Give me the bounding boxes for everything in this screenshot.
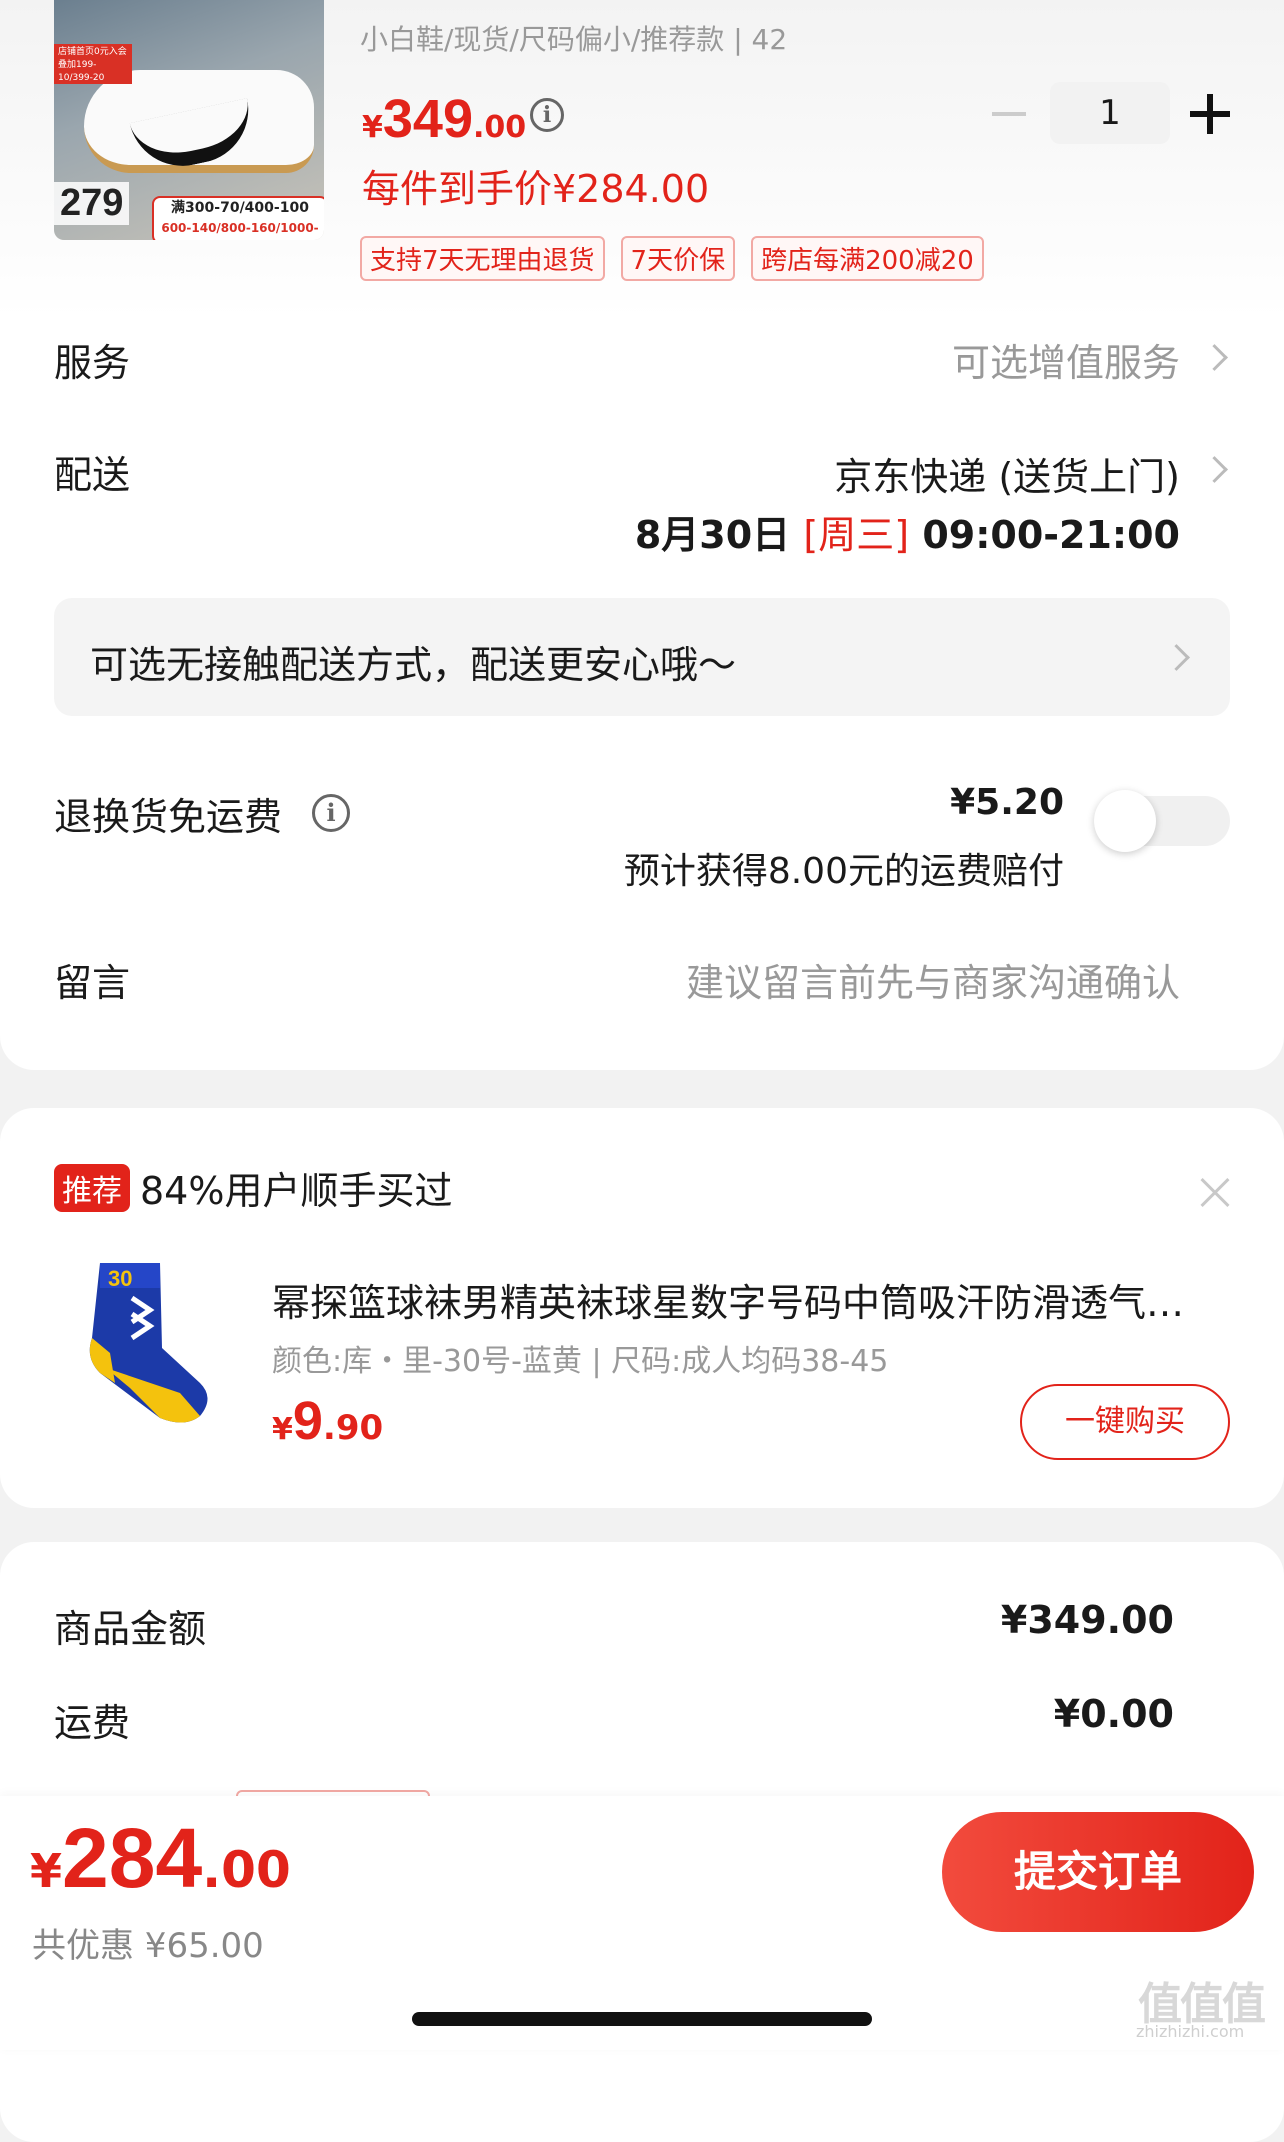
return-shipping-info-icon[interactable]: i [312,794,350,832]
return-shipping-toggle[interactable] [1094,790,1230,852]
unit-price: 每件到手价¥284.00 [362,167,710,211]
recommend-item-spec: 颜色:库・里-30号-蓝黄 | 尺码:成人均码38-45 [272,1344,889,1379]
recommend-item-price: ¥ 9 .90 [272,1390,383,1452]
quantity-input[interactable]: 1 [1050,82,1170,144]
svg-text:30: 30 [108,1266,132,1291]
checkout-bar: ¥ 284 .00 共优惠 ¥65.00 提交订单 [0,1796,1284,2050]
thumbnail-price: 279 [54,182,130,225]
price-info-icon[interactable]: i [530,98,564,132]
recommend-item-name[interactable]: 幂探篮球袜男精英袜球星数字号码中筒吸汗防滑透气… [272,1272,1232,1327]
summary-label: 商品金额 [54,1607,207,1651]
product-price: ¥ 349 .00 [362,88,526,150]
order-card: 店铺首页0元入会 叠加199-10/399-20 279 满300-70/400… [0,0,1284,1070]
rec-price-decimal: .90 [322,1408,384,1448]
return-shipping-label: 退换货免运费 [54,795,283,839]
delivery-window: 09:00-21:00 [922,513,1180,557]
price-integer: 349 [382,89,473,149]
price-currency: ¥ [362,110,383,145]
message-label: 留言 [54,961,131,1005]
service-value[interactable]: 可选增值服务 [952,332,1180,387]
service-label: 服务 [54,341,131,385]
total-currency: ¥ [30,1844,63,1898]
submit-order-button[interactable]: 提交订单 [942,1812,1254,1932]
promo-tag: 7天价保 [620,236,736,281]
rec-price-integer: 9 [292,1391,323,1451]
product-thumbnail[interactable]: 店铺首页0元入会 叠加199-10/399-20 279 满300-70/400… [54,0,324,240]
home-indicator[interactable] [412,2012,872,2026]
sock-image[interactable]: 30 [70,1258,220,1428]
promo-tag: 支持7天无理由退货 [360,236,605,281]
summary-value: ¥349.00 [1000,1598,1174,1642]
delivery-label: 配送 [54,453,131,497]
thumbnail-promo-line2: 600-140/800-160/1000-220 [161,221,319,235]
return-shipping-note: 预计获得8.00元的运费赔付 [623,851,1064,892]
total-price: ¥ 284 .00 [30,1810,291,1907]
price-decimal: .00 [472,110,527,145]
summary-label: 运费 [54,1701,131,1745]
toggle-knob [1094,790,1156,852]
summary-value: ¥0.00 [1053,1692,1174,1736]
quantity-decrease-button[interactable] [992,112,1026,116]
one-click-buy-button[interactable]: 一键购买 [1020,1384,1230,1460]
product-variant: 小白鞋/现货/尺码偏小/推荐款 | 42 [360,23,788,56]
thumbnail-badge: 店铺首页0元入会 叠加199-10/399-20 [54,44,132,84]
recommend-title: 84%用户顺手买过 [140,1169,453,1213]
delivery-chevron-icon[interactable] [1201,456,1228,483]
message-input[interactable]: 建议留言前先与商家沟通确认 [686,952,1180,1007]
rec-price-currency: ¥ [272,1412,293,1447]
close-icon[interactable] [1200,1178,1230,1208]
contactless-text: 可选无接触配送方式，配送更安心哦～ [90,643,737,687]
watermark-url: zhizhizhi.com [1136,2022,1245,2041]
contactless-chevron-icon [1163,644,1190,671]
delivery-date: 8月30日 [634,513,791,557]
recommend-badge: 推荐 [54,1164,130,1212]
thumbnail-promo: 满300-70/400-100 600-140/800-160/1000-220 [152,196,324,240]
contactless-delivery-option[interactable]: 可选无接触配送方式，配送更安心哦～ [54,598,1230,716]
thumbnail-promo-line1: 满300-70/400-100 [171,200,309,216]
total-integer: 284 [62,1811,203,1905]
recommendation-card: 推荐 84%用户顺手买过 30 幂探篮球袜男精英袜球星数字号码中筒吸汗防滑透气…… [0,1108,1284,1508]
delivery-time[interactable]: 8月30日 [周三] 09:00-21:00 [635,504,1180,559]
delivery-weekday: [周三] [803,513,910,557]
delivery-carrier[interactable]: 京东快递 (送货上门) [834,446,1180,501]
total-discount: 共优惠 ¥65.00 [32,1926,264,1966]
quantity-increase-button[interactable] [1190,94,1230,134]
service-chevron-icon[interactable] [1201,344,1228,371]
promo-tags: 支持7天无理由退货 7天价保 跨店每满200减20 [360,236,984,281]
total-decimal: .00 [202,1841,291,1899]
return-shipping-price: ¥5.20 [950,782,1064,823]
promo-tag: 跨店每满200减20 [751,236,984,281]
